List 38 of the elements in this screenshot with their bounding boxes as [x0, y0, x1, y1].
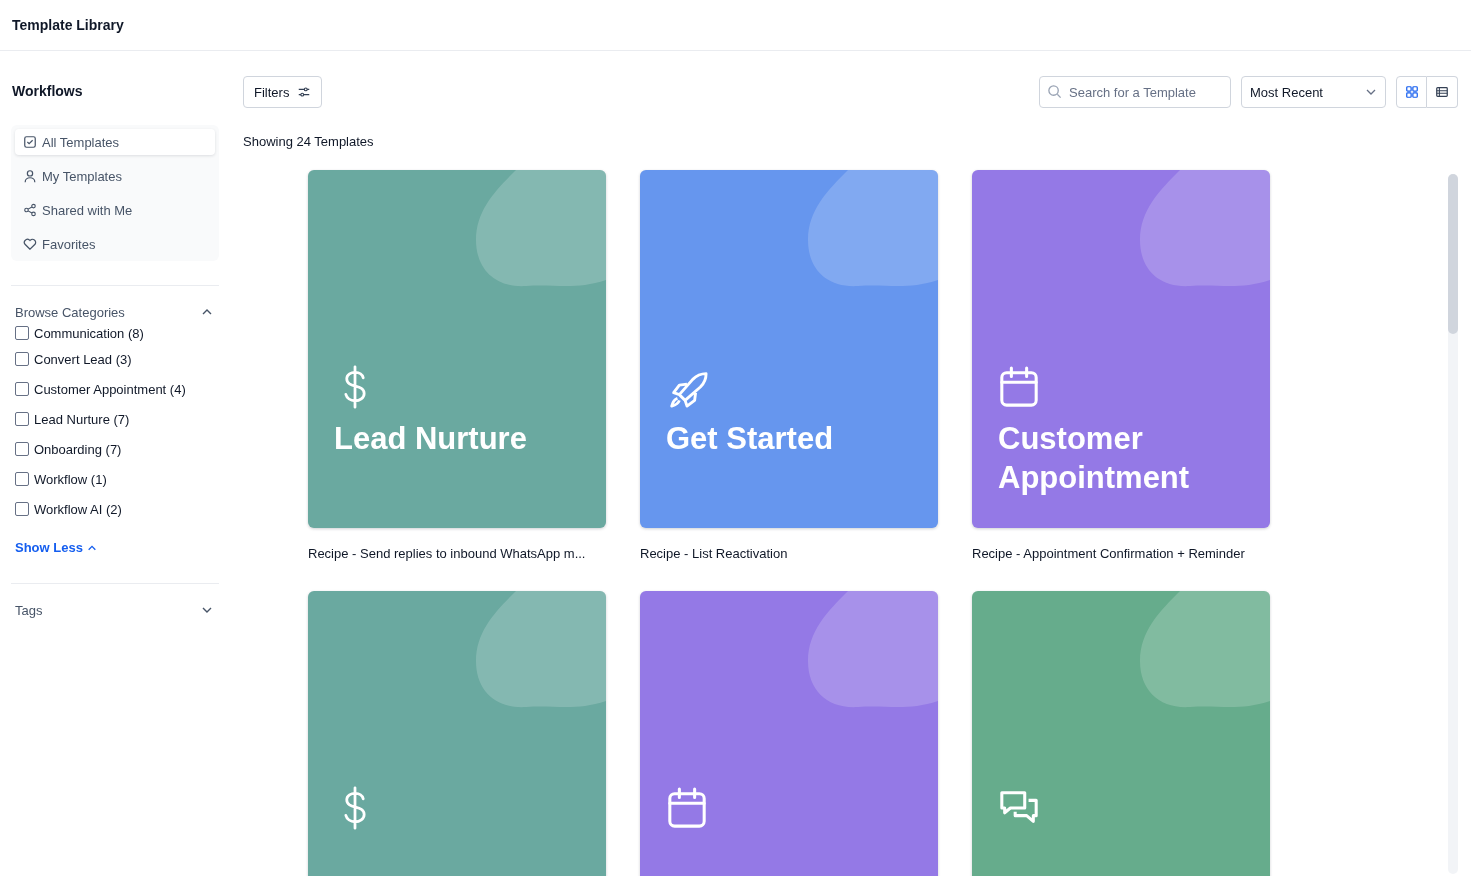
calendar-icon [998, 365, 1040, 409]
user-icon [23, 169, 37, 183]
grid-icon [1404, 85, 1419, 99]
category-checkbox[interactable]: Communication (8) [11, 322, 219, 344]
grid-view-button[interactable] [1396, 76, 1427, 108]
search-field[interactable]: Search for a Template [1039, 76, 1231, 108]
list-view-button[interactable] [1427, 76, 1458, 108]
scrollbar[interactable] [1448, 174, 1458, 874]
card-title: Get Started [666, 420, 835, 458]
nav-item[interactable]: All Templates [15, 129, 215, 155]
template-name[interactable]: Recipe - Appointment Confirmation + Reminder [972, 546, 1270, 561]
show-less-link[interactable]: Show Less [15, 540, 97, 555]
share-icon [23, 203, 37, 217]
table-icon [1435, 85, 1449, 99]
nav-item[interactable]: Favorites [15, 231, 215, 257]
template-name[interactable]: Recipe - Send replies to inbound WhatsApp m... [308, 546, 606, 561]
section-title: Browse Categories [15, 304, 125, 320]
card-title: Lead Nurture [334, 420, 528, 458]
nav-item[interactable]: My Templates [15, 163, 215, 189]
heart-icon [23, 237, 37, 251]
filters-button[interactable]: Filters [243, 76, 323, 108]
category-checkbox[interactable]: Onboarding (7) [11, 434, 219, 464]
sort-dropdown[interactable]: Most Recent [1241, 76, 1386, 108]
template-name[interactable]: Recipe - List Reactivation [640, 546, 938, 561]
category-checkbox[interactable]: Workflow (1) [11, 464, 219, 494]
nav-item[interactable]: Shared with Me [15, 197, 215, 223]
sidebar-title: Workflows [12, 83, 84, 101]
section-title: Tags [15, 602, 43, 618]
sliders-icon [297, 85, 312, 99]
category-checkbox[interactable]: Customer Appointment (4) [11, 374, 219, 404]
template-count: Showing 24 Templates [243, 134, 375, 151]
card-title: Customer Appointment [998, 420, 1191, 497]
calendar-icon [666, 786, 708, 830]
page-title: Template Library [12, 17, 124, 33]
category-checkbox[interactable]: Convert Lead (3) [11, 344, 219, 374]
category-checkbox[interactable]: Workflow AI (2) [11, 494, 219, 524]
checkbox-icon [23, 135, 37, 149]
category-checkbox[interactable]: Lead Nurture (7) [11, 404, 219, 434]
